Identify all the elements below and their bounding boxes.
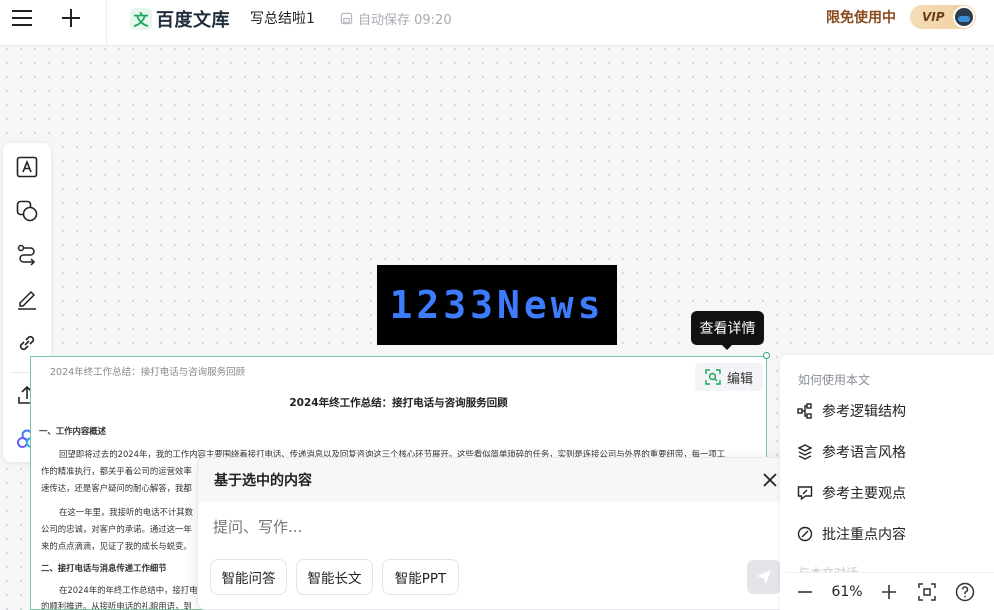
close-icon[interactable] — [760, 470, 780, 490]
selection-handle[interactable] — [763, 352, 770, 359]
smart-ppt-button[interactable]: 智能PPT — [382, 559, 459, 595]
doc-paragraph-line: 在这一年里，我接听的电话不计其数 — [59, 507, 193, 517]
doc-paragraph-line: 速传达，还是客户疑问的耐心解答，我都 — [41, 483, 192, 493]
avatar[interactable] — [953, 6, 975, 28]
howto-item-label: 参考逻辑结构 — [822, 404, 906, 420]
zoom-bar: 61% — [786, 572, 994, 610]
how-to-title: 如何使用本文 — [798, 373, 871, 387]
howto-item-label: 参考语言风格 — [822, 445, 906, 461]
text-tool-icon[interactable] — [12, 152, 42, 182]
topbar-divider — [106, 0, 107, 46]
view-details-tooltip: 查看详情 — [691, 311, 764, 350]
doc-paragraph-line: 公司的忠诚，对客户的承诺。通过这一年 — [41, 524, 192, 534]
banner-text: 1233News — [389, 283, 605, 327]
send-button[interactable] — [747, 560, 781, 594]
add-icon[interactable] — [53, 0, 89, 36]
doc-section-heading: 二、接打电话与消息传递工作细节 — [41, 563, 167, 573]
news-banner-image[interactable]: 1233News — [377, 265, 617, 345]
edit-button[interactable]: 编辑 — [695, 363, 763, 391]
fit-screen-icon[interactable] — [908, 573, 946, 610]
edit-button-label: 编辑 — [726, 371, 753, 387]
smart-longform-button[interactable]: 智能长文 — [296, 559, 373, 595]
ref-logic-structure-item[interactable]: 参考逻辑结构 — [796, 401, 906, 421]
ref-main-views-item[interactable]: 参考主要观点 — [796, 483, 906, 503]
shape-tool-icon[interactable] — [12, 196, 42, 226]
doc-paragraph-line: 作的精准执行，都关乎着公司的运营效率 — [41, 466, 192, 476]
ai-panel-header: 基于选中的内容 — [198, 458, 794, 502]
document-title[interactable]: 写总结啦1 — [250, 8, 315, 28]
logo-text: 百度文库 — [156, 10, 230, 31]
ai-prompt-input[interactable] — [213, 518, 613, 536]
vip-label: VIP — [922, 10, 945, 24]
doc-paragraph-line: 在2024年的年终工作总结中，接打电 — [59, 585, 198, 595]
brand-logo[interactable]: 文 百度文库 — [130, 6, 230, 32]
top-bar: 文 百度文库 写总结啦1 自动保存 09:20 限免使用中 VIP — [0, 0, 994, 46]
logo-badge: 文 — [130, 8, 152, 30]
free-use-label: 限免使用中 — [826, 10, 896, 26]
smart-qa-button[interactable]: 智能问答 — [210, 559, 287, 595]
annotate-icon — [796, 525, 814, 543]
autosave-text: 自动保存 09:20 — [358, 13, 452, 28]
ref-language-style-item[interactable]: 参考语言风格 — [796, 442, 906, 462]
menu-icon[interactable] — [4, 0, 40, 36]
ai-panel-title: 基于选中的内容 — [214, 473, 312, 489]
howto-item-label: 参考主要观点 — [822, 486, 906, 502]
style-icon — [796, 443, 814, 461]
doc-paragraph-line: 来的点点滴滴，见证了我的成长与蜕变。 — [41, 541, 192, 551]
autosave-status: 自动保存 09:20 — [340, 9, 452, 28]
tooltip-text: 查看详情 — [699, 321, 756, 337]
cloud-save-icon — [340, 12, 353, 25]
zoom-in-icon[interactable] — [870, 573, 908, 610]
send-icon — [757, 570, 771, 584]
annotate-key-content-item[interactable]: 批注重点内容 — [796, 524, 906, 544]
connector-tool-icon[interactable] — [12, 240, 42, 270]
zoom-level: 61% — [831, 583, 863, 600]
comment-edit-icon — [796, 484, 814, 502]
doc-paragraph-line: 的顺利推进。从接听电话的礼貌用语，到 — [41, 601, 192, 610]
zoom-out-icon[interactable] — [786, 573, 824, 610]
ai-prompt-panel: 基于选中的内容 智能问答 智能长文 智能PPT — [197, 457, 795, 610]
focus-search-icon — [705, 369, 721, 385]
pen-tool-icon[interactable] — [12, 284, 42, 314]
document-card-label: 2024年终工作总结：接打电话与咨询服务回顾 — [50, 367, 246, 378]
help-icon[interactable] — [946, 573, 984, 610]
document-heading: 2024年终工作总结：接打电话与咨询服务回顾 — [289, 397, 508, 409]
doc-section-heading: 一、工作内容概述 — [39, 426, 106, 436]
structure-icon — [796, 402, 814, 420]
link-tool-icon[interactable] — [12, 328, 42, 358]
howto-item-label: 批注重点内容 — [822, 527, 906, 543]
